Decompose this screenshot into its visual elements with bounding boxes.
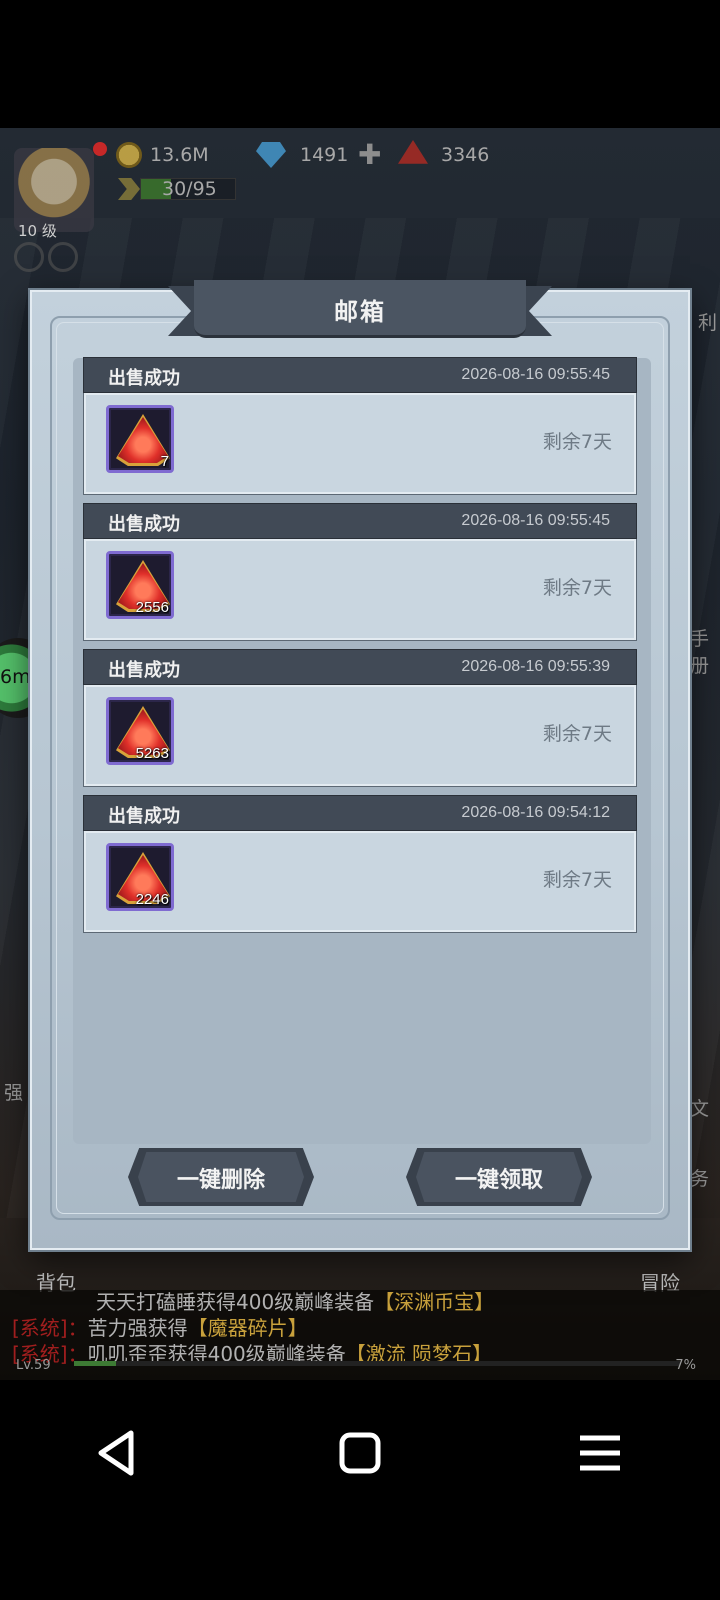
chat-body: 天天打磕睡获得400级巅峰装备 xyxy=(96,1290,375,1314)
diamond-icon xyxy=(256,142,286,168)
achievement-icon[interactable] xyxy=(48,242,78,272)
mail-subject: 出售成功 xyxy=(108,368,180,389)
claim-all-button[interactable]: 一键领取 xyxy=(406,1148,592,1206)
menu-button[interactable] xyxy=(565,1418,635,1488)
chat-feed[interactable]: 天天打磕睡获得400级巅峰装备【深渊币宝】 [系统]：苦力强获得【魔器碎片】 [… xyxy=(0,1290,720,1380)
mail-expire: 剩余7天 xyxy=(542,577,612,599)
mail-expire: 剩余7天 xyxy=(542,723,612,745)
notification-dot xyxy=(93,142,107,156)
mail-item[interactable]: 出售成功 2026-08-16 09:55:45 2556 剩余7天 xyxy=(83,503,637,641)
system-navigation-bar xyxy=(0,1380,720,1600)
mail-time: 2026-08-16 09:55:39 xyxy=(461,658,610,675)
mailbox-title-banner: 邮箱 xyxy=(168,280,552,344)
mail-header: 出售成功 2026-08-16 09:55:39 xyxy=(83,649,637,685)
ruby-reward-slot[interactable]: 2556 xyxy=(106,551,174,619)
xp-bar xyxy=(74,1361,680,1366)
reward-quantity: 2246 xyxy=(135,891,169,908)
mail-expire: 剩余7天 xyxy=(542,869,612,891)
ruby-reward-slot[interactable]: 2246 xyxy=(106,843,174,911)
mail-subject: 出售成功 xyxy=(108,660,180,681)
add-diamond-icon[interactable]: ✚ xyxy=(358,138,381,171)
player-level: 10 级 xyxy=(18,222,57,240)
mail-time: 2026-08-16 09:55:45 xyxy=(461,512,610,529)
home-button[interactable] xyxy=(325,1418,395,1488)
mail-item[interactable]: 出售成功 2026-08-16 09:54:12 2246 剩余7天 xyxy=(83,795,637,933)
settings-gear-icon[interactable] xyxy=(14,242,44,272)
chat-line: 天天打磕睡获得400级巅峰装备【深渊币宝】 xyxy=(96,1286,494,1315)
xp-percent: 7% xyxy=(675,1358,696,1373)
diamond-amount: 1491 xyxy=(300,144,349,166)
mail-item[interactable]: 出售成功 2026-08-16 09:55:39 5263 剩余7天 xyxy=(83,649,637,787)
delete-all-button[interactable]: 一键删除 xyxy=(128,1148,314,1206)
reward-quantity: 5263 xyxy=(135,745,169,762)
mail-body: 7 剩余7天 xyxy=(83,393,637,495)
back-triangle-icon xyxy=(98,1430,134,1476)
chat-item: 【魔器碎片】 xyxy=(187,1316,308,1340)
mail-header: 出售成功 2026-08-16 09:55:45 xyxy=(83,357,637,393)
mail-subject: 出售成功 xyxy=(108,514,180,535)
energy-amount: 30/95 xyxy=(162,178,217,200)
mail-expire: 剩余7天 xyxy=(542,431,612,453)
reward-quantity: 2556 xyxy=(135,599,169,616)
side-menu-label[interactable]: 务 xyxy=(690,1164,709,1191)
gold-amount: 13.6M xyxy=(150,144,209,166)
reward-quantity: 7 xyxy=(160,453,169,470)
ruby-reward-slot[interactable]: 7 xyxy=(106,405,174,473)
back-button[interactable] xyxy=(82,1418,152,1488)
chat-tag: [系统]： xyxy=(12,1316,88,1340)
ruby-amount: 3346 xyxy=(441,144,490,166)
chat-item: 【深渊币宝】 xyxy=(374,1290,495,1314)
mail-item[interactable]: 出售成功 2026-08-16 09:55:45 7 剩余7天 xyxy=(83,357,637,495)
delete-all-label: 一键删除 xyxy=(176,1168,265,1193)
side-menu-label[interactable]: 利 xyxy=(698,308,717,335)
menu-lines-icon xyxy=(580,1435,620,1471)
mail-header: 出售成功 2026-08-16 09:54:12 xyxy=(83,795,637,831)
xp-bar-fill xyxy=(74,1361,117,1366)
mail-body: 5263 剩余7天 xyxy=(83,685,637,787)
side-menu-label[interactable]: 文 xyxy=(690,1094,709,1121)
mailbox-title: 邮箱 xyxy=(334,298,386,326)
chat-line: [系统]：苦力强获得【魔器碎片】 xyxy=(12,1312,308,1341)
xp-level: Lv.59 xyxy=(16,1358,51,1373)
ruby-icon xyxy=(398,140,428,164)
mail-subject: 出售成功 xyxy=(108,806,180,827)
gold-coin-icon xyxy=(116,142,142,168)
mail-body: 2556 剩余7天 xyxy=(83,539,637,641)
mail-body: 2246 剩余7天 xyxy=(83,831,637,933)
home-square-icon xyxy=(339,1432,381,1474)
chat-body: 苦力强获得 xyxy=(87,1316,188,1340)
side-menu-label[interactable]: 强 xyxy=(4,1078,23,1105)
energy-icon xyxy=(118,178,140,200)
mail-header: 出售成功 2026-08-16 09:55:45 xyxy=(83,503,637,539)
side-menu-label[interactable]: 手册 xyxy=(690,624,720,678)
ruby-reward-slot[interactable]: 5263 xyxy=(106,697,174,765)
mail-time: 2026-08-16 09:54:12 xyxy=(461,804,610,821)
mail-time: 2026-08-16 09:55:45 xyxy=(461,366,610,383)
claim-all-label: 一键领取 xyxy=(454,1168,543,1193)
